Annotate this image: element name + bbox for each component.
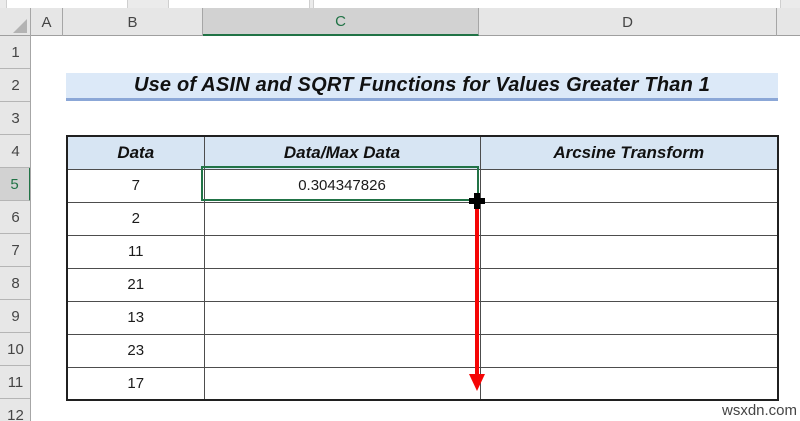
- table-row: 17: [66, 366, 779, 401]
- row-header-4[interactable]: 4: [0, 135, 30, 168]
- column-header-d[interactable]: D: [479, 8, 777, 36]
- cell-c6[interactable]: [203, 201, 481, 236]
- row-header-column: 1 2 3 4 5 6 7 8 9 10 11 12: [0, 36, 31, 421]
- header-cell-arcsine[interactable]: Arcsine Transform: [479, 135, 779, 170]
- cell-c9[interactable]: [203, 300, 481, 335]
- cell-d8[interactable]: [479, 267, 779, 302]
- row-header-8[interactable]: 8: [0, 267, 30, 300]
- table-row: 11: [66, 234, 779, 269]
- row-header-7[interactable]: 7: [0, 234, 30, 267]
- table-row: 2: [66, 201, 779, 236]
- cell-c8[interactable]: [203, 267, 481, 302]
- drag-down-arrow-line: [475, 209, 479, 375]
- cell-c7[interactable]: [203, 234, 481, 269]
- cell-d6[interactable]: [479, 201, 779, 236]
- row-header-12[interactable]: 12: [0, 399, 30, 421]
- cell-b10[interactable]: 23: [66, 333, 205, 368]
- table-row: 7 0.304347826: [66, 168, 779, 203]
- table-header-row: Data Data/Max Data Arcsine Transform: [66, 135, 779, 170]
- cell-d10[interactable]: [479, 333, 779, 368]
- column-header-b[interactable]: B: [63, 8, 203, 36]
- cell-b7[interactable]: 11: [66, 234, 205, 269]
- watermark-text: wsxdn.com: [722, 402, 798, 419]
- fill-handle-cursor-icon[interactable]: [469, 193, 485, 209]
- table-row: 23: [66, 333, 779, 368]
- sheet-title-text: Use of ASIN and SQRT Functions for Value…: [133, 74, 711, 96]
- header-cell-data[interactable]: Data: [66, 135, 205, 170]
- header-cell-ratio[interactable]: Data/Max Data: [203, 135, 481, 170]
- cell-b6[interactable]: 2: [66, 201, 205, 236]
- row-header-11[interactable]: 11: [0, 366, 30, 399]
- formula-bar-input[interactable]: [313, 0, 781, 8]
- cell-d7[interactable]: [479, 234, 779, 269]
- cell-c11[interactable]: [203, 366, 481, 401]
- data-table: Data Data/Max Data Arcsine Transform 7 0…: [66, 135, 779, 401]
- column-header-row: A B C D: [0, 8, 800, 36]
- table-row: 13: [66, 300, 779, 335]
- formula-bar-left[interactable]: [168, 0, 310, 8]
- cell-b5[interactable]: 7: [66, 168, 205, 203]
- cell-b11[interactable]: 17: [66, 366, 205, 401]
- excel-worksheet: A B C D 1 2 3 4 5 6 7 8 9 10 11 12 Use o…: [0, 0, 800, 421]
- cell-d9[interactable]: [479, 300, 779, 335]
- select-all-triangle-icon: [13, 19, 27, 33]
- sheet-title-banner[interactable]: Use of ASIN and SQRT Functions for Value…: [66, 73, 778, 101]
- formula-bar-strip: [0, 0, 800, 8]
- cursor-horizontal-bar: [469, 198, 485, 204]
- cell-d5[interactable]: [479, 168, 779, 203]
- row-header-1[interactable]: 1: [0, 36, 30, 69]
- table-row: 21: [66, 267, 779, 302]
- row-header-9[interactable]: 9: [0, 300, 30, 333]
- column-header-a[interactable]: A: [31, 8, 63, 36]
- row-header-6[interactable]: 6: [0, 201, 30, 234]
- cell-b8[interactable]: 21: [66, 267, 205, 302]
- cell-c5-active[interactable]: 0.304347826: [203, 168, 481, 203]
- cell-c10[interactable]: [203, 333, 481, 368]
- row-header-3[interactable]: 3: [0, 102, 30, 135]
- row-header-10[interactable]: 10: [0, 333, 30, 366]
- select-all-button[interactable]: [0, 8, 31, 36]
- name-box[interactable]: [6, 0, 128, 8]
- column-header-c[interactable]: C: [203, 8, 479, 36]
- row-header-5[interactable]: 5: [0, 168, 30, 201]
- row-header-2[interactable]: 2: [0, 69, 30, 102]
- cell-d11[interactable]: [479, 366, 779, 401]
- drag-down-arrow-head-icon: [469, 374, 485, 391]
- cell-b9[interactable]: 13: [66, 300, 205, 335]
- column-header-e-partial[interactable]: [777, 8, 800, 36]
